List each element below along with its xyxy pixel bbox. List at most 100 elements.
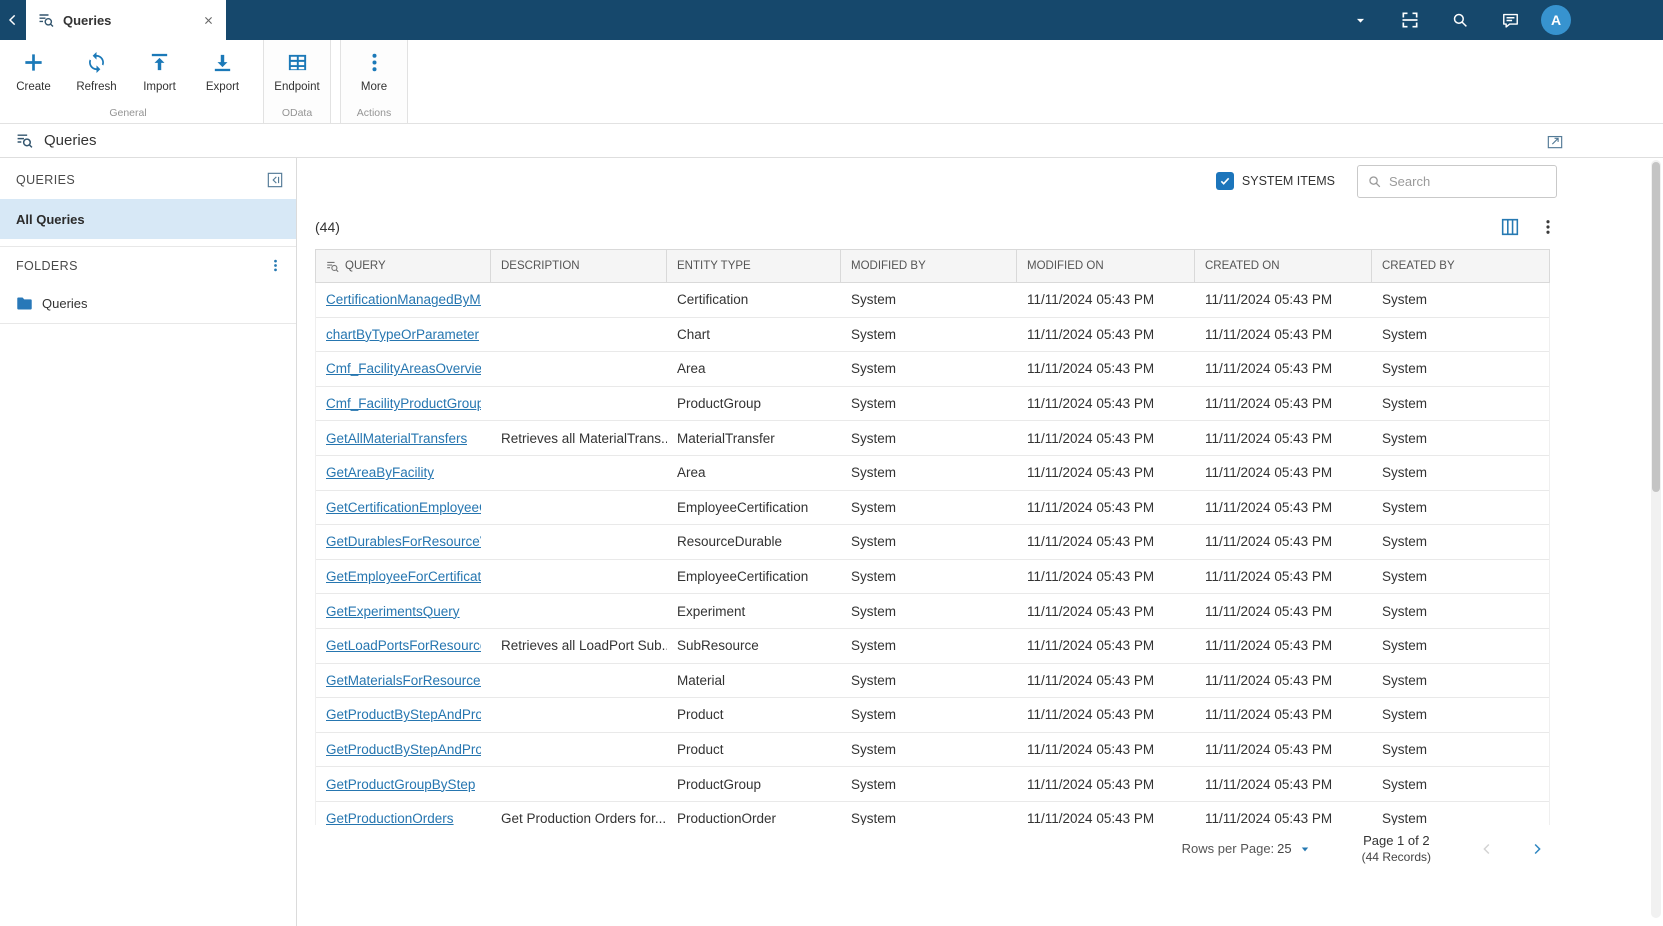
column-chooser-icon[interactable] [1499,216,1521,238]
table-row[interactable]: GetMaterialsForResourceBy Material Syste… [316,663,1549,699]
search-icon[interactable] [1435,0,1485,40]
chevron-down-icon[interactable] [1335,0,1385,40]
column-header-description[interactable]: DESCRIPTION [491,250,667,282]
query-link[interactable]: GetExperimentsQuery [326,604,460,619]
import-icon [148,51,171,74]
vertical-scrollbar[interactable] [1651,160,1661,918]
cell-created-by: System [1382,569,1428,585]
table-row[interactable]: CertificationManagedByMeQ Certification … [316,283,1549,318]
ribbon-group-odata: Endpoint OData [263,40,331,123]
ribbon-group-label-actions: Actions [356,107,392,119]
cell-entity-type: Chart [677,326,711,342]
query-link[interactable]: GetProductByStepAndProdu [326,707,481,722]
query-link[interactable]: GetAllMaterialTransfers [326,431,467,446]
table-row[interactable]: GetDurablesForResourceVie ResourceDurabl… [316,525,1549,560]
page-header: Queries [0,124,1663,158]
column-header-query[interactable]: QUERY [316,250,491,282]
back-chevron-icon[interactable] [0,0,26,40]
table-row[interactable]: GetAllMaterialTransfers Retrieves all Ma… [316,421,1549,456]
sidebar-item-queries-folder[interactable]: Queries [0,284,296,324]
search-box[interactable] [1357,164,1557,198]
table-header-row: QUERY DESCRIPTION ENTITY TYPE MODIFIED B… [315,249,1550,283]
rows-per-page[interactable]: Rows per Page: 25 [1182,841,1312,856]
cell-entity-type: Experiment [677,603,746,619]
cell-description [491,491,667,525]
import-button[interactable]: Import [128,49,191,95]
cell-modified-on: 11/11/2024 05:43 PM [1027,811,1155,825]
endpoint-button[interactable]: Endpoint [264,49,330,95]
query-link[interactable]: GetMaterialsForResourceBy [326,673,481,688]
scan-icon[interactable] [1385,0,1435,40]
create-button[interactable]: Create [2,49,65,95]
query-link[interactable]: GetAreaByFacility [326,465,434,480]
query-link[interactable]: Cmf_FacilityProductGroupsO [326,396,481,411]
search-icon [1367,174,1382,189]
create-button-label: Create [16,81,51,93]
cell-created-on: 11/11/2024 05:43 PM [1205,534,1333,550]
column-header-created-on[interactable]: CREATED ON [1195,250,1372,282]
table-row[interactable]: GetProductByStepAndProdu Product System … [316,732,1549,768]
tab-queries[interactable]: Queries [26,0,226,40]
table-grid-icon [286,51,309,74]
search-input[interactable] [1389,173,1547,189]
query-link[interactable]: CertificationManagedByMeQ [326,292,481,307]
import-button-label: Import [143,81,176,93]
next-page-icon[interactable] [1523,835,1551,863]
cell-created-by: System [1382,638,1428,654]
query-link[interactable]: GetDurablesForResourceVie [326,534,481,549]
table-row[interactable]: Cmf_FacilityProductGroupsO ProductGroup … [316,386,1549,422]
table-row[interactable]: GetProductGroupByStep ProductGroup Syste… [316,767,1549,802]
export-button[interactable]: Export [191,49,254,95]
table-row[interactable]: chartByTypeOrParameter Chart System 11/1… [316,317,1549,353]
table-row[interactable]: GetExperimentsQuery Experiment System 11… [316,594,1549,629]
cell-entity-type: Product [677,742,724,758]
query-link[interactable]: GetCertificationEmployeeQu [326,500,481,515]
cell-modified-on: 11/11/2024 05:43 PM [1027,396,1155,412]
filter-row: SYSTEM ITEMS [297,158,1663,204]
column-header-modified-on[interactable]: MODIFIED ON [1017,250,1195,282]
query-link[interactable]: Cmf_FacilityAreasOverviewD [326,361,481,376]
query-link[interactable]: GetEmployeeForCertificatio [326,569,481,584]
folders-options-ellipsis-icon[interactable] [268,258,283,273]
ribbon-toolbar: Create Refresh Import Export General End… [0,40,1663,124]
cell-modified-by: System [851,569,897,585]
more-button-label: More [360,81,388,93]
table-row[interactable]: Cmf_FacilityAreasOverviewD Area System 1… [316,352,1549,387]
system-items-checkbox[interactable] [1215,172,1234,190]
query-link[interactable]: GetProductionOrders [326,811,454,825]
plus-icon [22,51,45,74]
chat-icon[interactable] [1485,0,1535,40]
cell-created-by: System [1382,292,1428,308]
query-link[interactable]: GetLoadPortsForResourceV [326,638,481,653]
prev-page-icon[interactable] [1473,835,1501,863]
table-row[interactable]: GetProductByStepAndProdu Product System … [316,698,1549,733]
collapse-panel-icon[interactable] [267,172,283,188]
query-link[interactable]: chartByTypeOrParameter [326,327,479,342]
endpoint-button-label: Endpoint [274,81,320,93]
column-header-created-by[interactable]: CREATED BY [1372,250,1551,282]
table-row[interactable]: GetEmployeeForCertificatio EmployeeCerti… [316,559,1549,595]
avatar[interactable]: A [1541,5,1571,35]
cell-description [491,352,667,386]
sidebar-item-all-queries[interactable]: All Queries [0,199,296,239]
table-row[interactable]: GetLoadPortsForResourceV Retrieves all L… [316,628,1549,664]
close-icon[interactable] [200,12,216,28]
cell-modified-by: System [851,776,897,792]
table-row[interactable]: GetProductionOrders Get Production Order… [316,801,1549,825]
column-header-modified-by[interactable]: MODIFIED BY [841,250,1017,282]
column-header-entity-type[interactable]: ENTITY TYPE [667,250,841,282]
scrollbar-thumb[interactable] [1652,162,1660,492]
expand-panel-icon[interactable] [1547,133,1563,149]
more-button[interactable]: More [341,49,407,95]
query-link[interactable]: GetProductByStepAndProdu [326,742,481,757]
table-body: CertificationManagedByMeQ Certification … [315,283,1550,825]
cell-modified-by: System [851,396,897,412]
cell-created-on: 11/11/2024 05:43 PM [1205,569,1333,585]
table-row[interactable]: GetCertificationEmployeeQu EmployeeCerti… [316,490,1549,526]
table-row[interactable]: GetAreaByFacility Area System 11/11/2024… [316,455,1549,491]
table-options-ellipsis-icon[interactable] [1539,218,1557,236]
cell-description: Retrieves all LoadPort Sub... [501,638,667,654]
query-link[interactable]: GetProductGroupByStep [326,777,475,792]
refresh-button[interactable]: Refresh [65,49,128,95]
